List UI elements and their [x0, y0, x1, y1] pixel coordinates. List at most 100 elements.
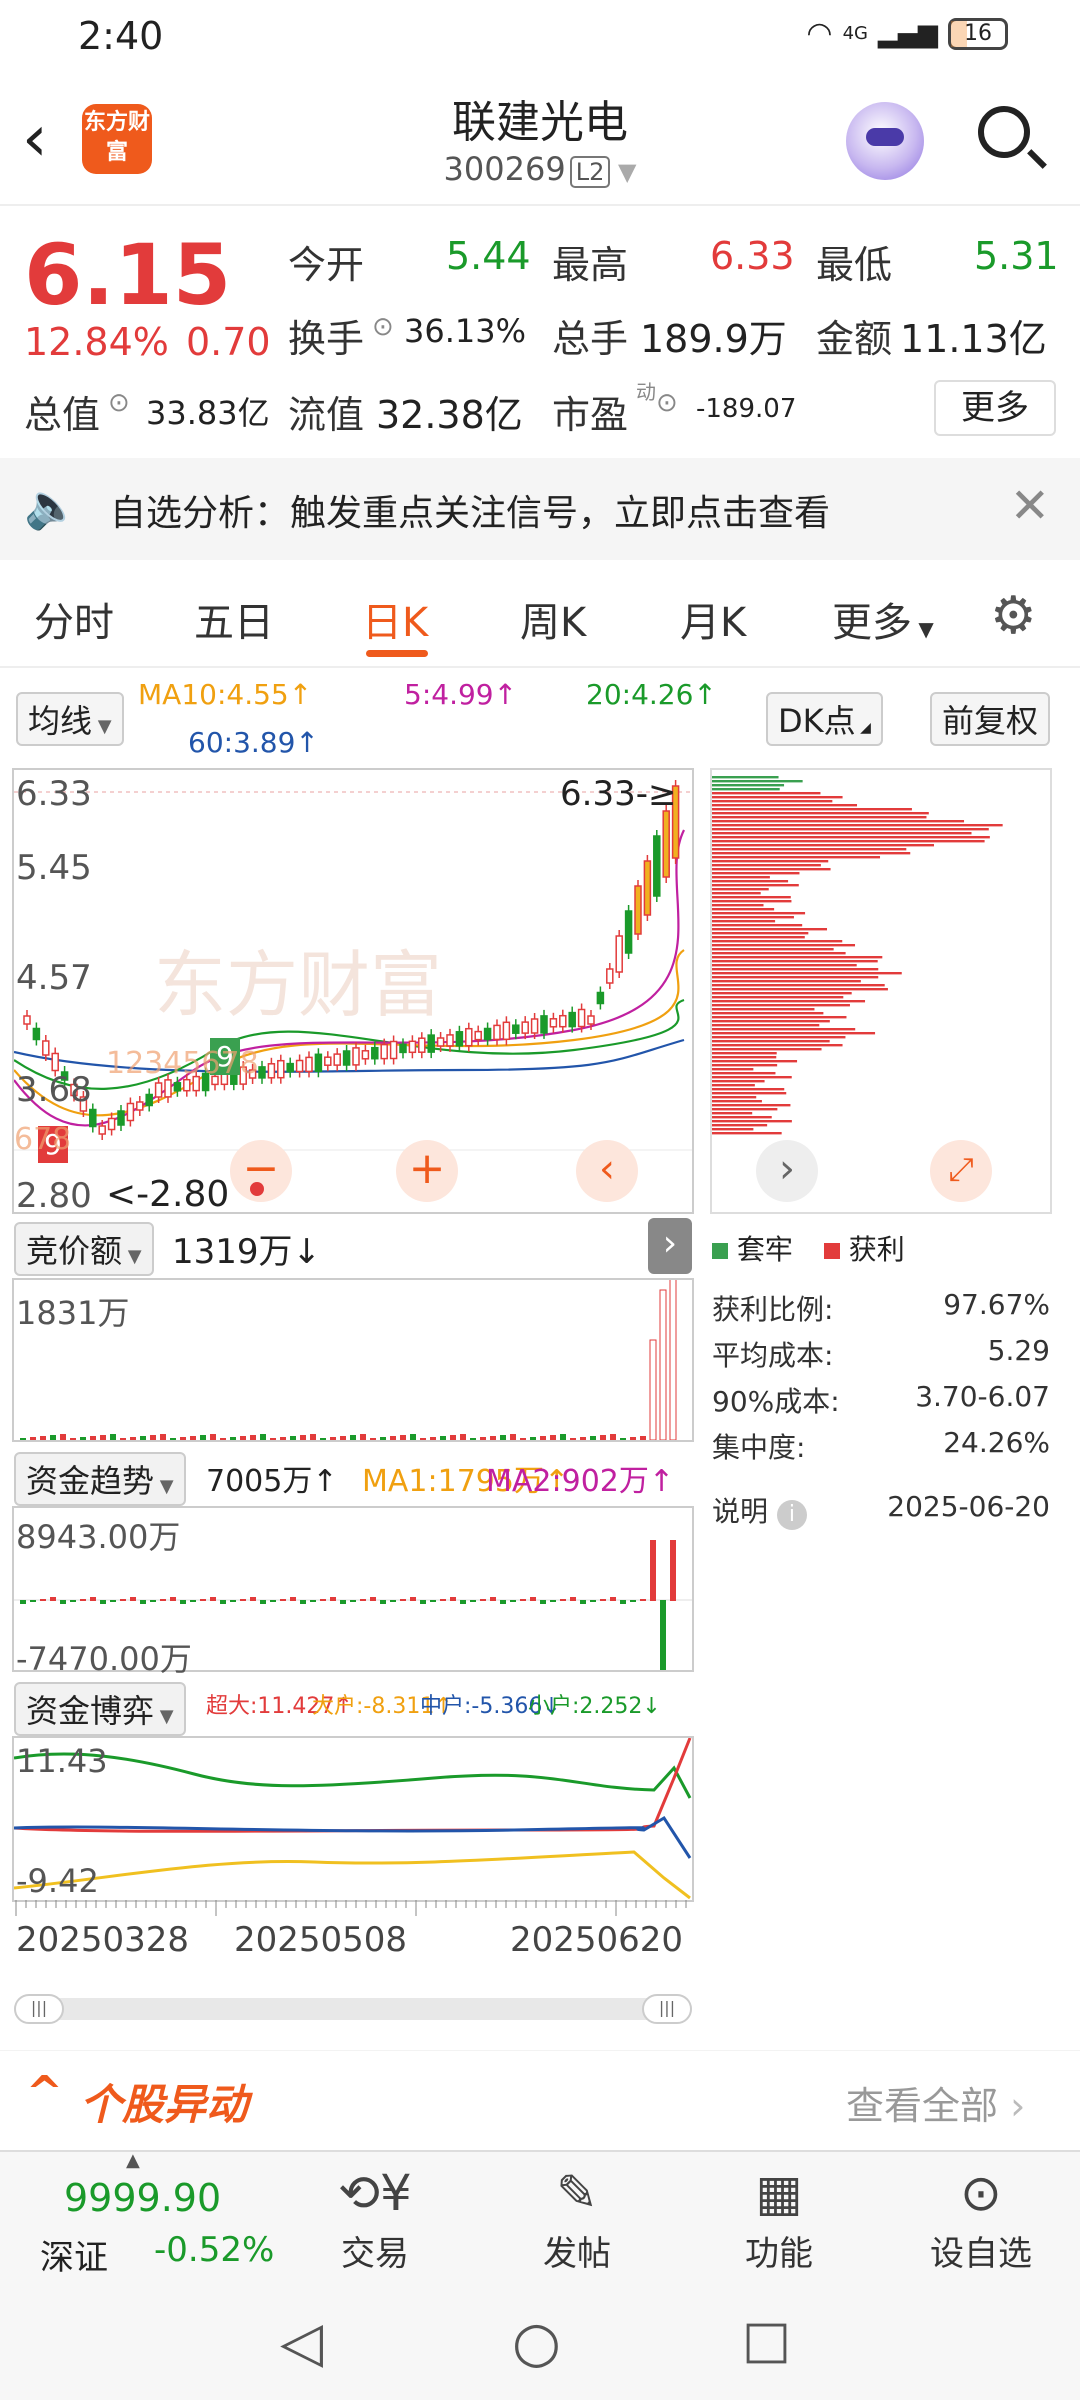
chip-bar: [712, 860, 829, 863]
mktcap-label: 总值: [24, 393, 101, 437]
home-nav-icon[interactable]: ○: [512, 2310, 561, 2375]
auction-selector[interactable]: 竞价额 ▼: [14, 1222, 154, 1276]
robot-avatar[interactable]: [846, 102, 924, 180]
trend-bar: [440, 1599, 446, 1601]
dk-selector[interactable]: DK点 ◢: [766, 692, 883, 746]
trend-bar: [70, 1600, 76, 1602]
auction-bar: [390, 1436, 396, 1440]
ma-selector[interactable]: 均线 ▼: [16, 692, 124, 746]
tab-intraday[interactable]: 分时: [34, 590, 114, 648]
info-icon[interactable]: ⊙: [108, 388, 130, 418]
info-icon[interactable]: ⊙: [656, 388, 678, 418]
candle: [615, 935, 623, 973]
signal-banner[interactable]: 🔈 自选分析：触发重点关注信号，立即点击查看 ✕: [0, 458, 1080, 560]
tab-five-day[interactable]: 五日: [194, 590, 274, 648]
chip-stat-value: 24.26%: [943, 1426, 1050, 1459]
nav-add-watchlist[interactable]: ⊙ 设自选: [916, 2152, 1046, 2275]
nav-post[interactable]: ✎ 发帖: [512, 2152, 642, 2275]
panel-toggle-button[interactable]: ›: [648, 1218, 692, 1274]
expand-right-button[interactable]: ›: [756, 1140, 818, 1202]
auction-bar: [320, 1438, 326, 1440]
chip-bar: [712, 1064, 778, 1067]
auction-bar: [330, 1437, 336, 1440]
range-scrollbar[interactable]: ||| |||: [14, 1994, 692, 2024]
auction-bar: [250, 1435, 256, 1440]
chevron-up-icon[interactable]: ^: [26, 2067, 63, 2118]
fund-trend-chart[interactable]: 8943.00万 -7470.00万: [12, 1506, 694, 1678]
chip-bar: [712, 1048, 822, 1051]
trend-bar: [510, 1600, 516, 1602]
candle: [154, 1082, 163, 1098]
low-value: 5.31: [974, 234, 1059, 278]
chip-bar: [712, 1076, 792, 1079]
chip-bar: [712, 884, 799, 887]
fund-game-chart[interactable]: 11.43 -9.42: [12, 1736, 694, 1902]
auction-bar: [610, 1434, 616, 1440]
tab-daily-k[interactable]: 日K: [362, 590, 428, 648]
trend-bar: [620, 1600, 626, 1604]
trend-bar: [660, 1600, 666, 1670]
candle: [42, 1040, 50, 1056]
system-nav: ◁ ○ □: [0, 2282, 1080, 2400]
search-icon[interactable]: [978, 106, 1030, 158]
gear-icon[interactable]: ⚙: [990, 586, 1037, 646]
chip-bar: [712, 788, 780, 791]
candle: [624, 910, 633, 954]
candle: [117, 1110, 125, 1126]
tab-weekly-k[interactable]: 周K: [520, 590, 586, 648]
nav-functions[interactable]: ▦ 功能: [714, 2152, 844, 2275]
banner-text[interactable]: 自选分析：触发重点关注信号，立即点击查看: [110, 484, 830, 536]
view-all-link[interactable]: 查看全部 ›: [846, 2075, 1025, 2130]
info-icon[interactable]: ⊙: [372, 312, 394, 342]
scroll-left-button[interactable]: ‹: [576, 1140, 638, 1202]
chip-bar: [712, 1052, 777, 1055]
chip-bar: [712, 1044, 843, 1047]
trend-bar: [540, 1600, 546, 1604]
range-handle-right[interactable]: |||: [642, 1994, 692, 2024]
chip-date: 2025-06-20: [887, 1490, 1050, 1523]
tab-more[interactable]: 更多 ▼: [832, 590, 934, 648]
trend-bar: [140, 1600, 146, 1604]
chip-bar: [712, 1060, 798, 1063]
auction-bar: [649, 1339, 657, 1440]
chevron-down-icon: ▼: [122, 1246, 142, 1267]
trend-bar: [40, 1599, 46, 1601]
change-percent: 12.84%: [24, 320, 169, 364]
recents-nav-icon[interactable]: □: [742, 2310, 791, 2370]
high-marker-value: 6.33: [560, 774, 636, 814]
chip-bar: [712, 792, 821, 795]
auction-bar: [669, 1280, 677, 1440]
auction-bar: [90, 1436, 96, 1440]
zoom-in-button[interactable]: +: [396, 1140, 458, 1202]
adjust-selector[interactable]: 前复权: [930, 692, 1051, 746]
back-nav-icon[interactable]: ◁: [280, 2310, 323, 2375]
range-handle-left[interactable]: |||: [14, 1994, 64, 2024]
trend-bar: [110, 1600, 116, 1602]
chip-distribution[interactable]: › ⤢: [710, 768, 1052, 1214]
candle: [474, 1030, 482, 1041]
trend-bar: [80, 1599, 86, 1601]
chip-bar: [712, 924, 803, 927]
chip-bar: [712, 1068, 754, 1071]
candle: [427, 1034, 435, 1053]
ma60-label: 60:3.89↑: [188, 726, 319, 759]
chip-note[interactable]: 说明 i: [712, 1490, 807, 1530]
more-button[interactable]: 更多: [934, 380, 1056, 436]
fund-trend-selector[interactable]: 资金趋势 ▼: [14, 1452, 186, 1506]
fund-game-selector[interactable]: 资金博弈 ▼: [14, 1682, 186, 1736]
auction-bar: [520, 1438, 526, 1440]
nav-trade[interactable]: ⟲¥ 交易: [310, 2152, 440, 2275]
fullscreen-icon[interactable]: ⤢: [930, 1140, 992, 1202]
close-icon[interactable]: ✕: [1010, 478, 1050, 534]
pe-value: -189.07: [696, 394, 797, 424]
chip-bar: [712, 1032, 876, 1035]
chip-bar: [712, 976, 879, 979]
chip-stat-value: 3.70-6.07: [915, 1380, 1050, 1413]
chip-bar: [712, 948, 834, 951]
kline-chart[interactable]: 东方财富 6.33 5.45 4.57 3.68 2.80 6.33-≥ <-2…: [12, 768, 694, 1216]
tab-monthly-k[interactable]: 月K: [680, 590, 746, 648]
auction-chart[interactable]: 1831万: [12, 1278, 694, 1442]
trend-bar: [240, 1599, 246, 1601]
index-ticker[interactable]: ▲ 9999.90 深证 -0.52%: [0, 2150, 280, 2284]
candle: [277, 1059, 285, 1079]
